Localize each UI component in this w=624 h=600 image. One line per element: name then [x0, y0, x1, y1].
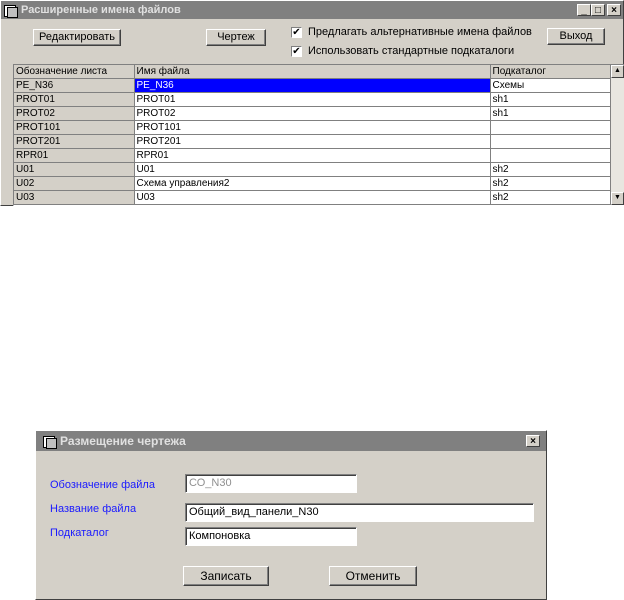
column-header-filename[interactable]: Имя файла [134, 65, 491, 79]
checkmark-icon[interactable]: ✔ [291, 26, 302, 38]
subdir-field[interactable]: Компоновка [185, 527, 357, 546]
save-button[interactable]: Записать [183, 566, 269, 586]
cell-subdir[interactable]: sh2 [490, 176, 611, 191]
app-window-icon [3, 4, 18, 18]
cell-filename[interactable]: PE_N36 [134, 78, 491, 93]
checkbox-alt-names-label: Предлагать альтернативные имена файлов [308, 26, 532, 38]
maximize-icon[interactable]: □ [591, 4, 605, 16]
cell-sheet[interactable]: U01 [14, 162, 135, 177]
checkbox-std-dirs-label: Использовать стандартные подкаталоги [308, 45, 515, 57]
cell-filename[interactable]: PROT01 [134, 92, 491, 107]
cell-subdir[interactable]: sh2 [490, 162, 611, 177]
dialog-title: Размещение чертежа [60, 434, 186, 448]
file-name-field[interactable]: Общий_вид_панели_N30 [185, 503, 534, 522]
column-header-subdir[interactable]: Подкаталог [490, 65, 611, 79]
drawing-button[interactable]: Чертеж [206, 29, 266, 46]
exit-button[interactable]: Выход [547, 28, 605, 45]
table-row[interactable]: PROT01 PROT01 sh1 [14, 92, 611, 107]
cell-sheet[interactable]: PROT02 [14, 106, 135, 121]
cell-filename[interactable]: U01 [134, 162, 491, 177]
file-designation-label: Обозначение файла [50, 479, 155, 491]
cell-subdir[interactable] [490, 148, 611, 163]
cell-sheet[interactable]: PROT101 [14, 120, 135, 135]
checkmark-icon[interactable]: ✔ [291, 45, 302, 57]
column-header-sheet[interactable]: Обозначение листа [14, 65, 135, 79]
close-icon[interactable]: × [526, 435, 540, 447]
cell-subdir[interactable]: Схемы [490, 78, 611, 93]
table-row[interactable]: U02 Схема управления2 sh2 [14, 176, 611, 191]
cell-sheet[interactable]: RPR01 [14, 148, 135, 163]
checkbox-alt-names[interactable]: ✔ Предлагать альтернативные имена файлов [291, 26, 532, 38]
subdir-label: Подкаталог [50, 527, 109, 539]
cell-filename[interactable]: RPR01 [134, 148, 491, 163]
table-row[interactable]: PROT101 PROT101 [14, 120, 611, 135]
vertical-scrollbar[interactable]: ▲ ▼ [611, 65, 624, 205]
cell-subdir[interactable]: sh1 [490, 92, 611, 107]
cell-filename[interactable]: U03 [134, 190, 491, 205]
table-header-row: Обозначение листа Имя файла Подкаталог [14, 65, 611, 79]
table-row[interactable]: PROT201 PROT201 [14, 134, 611, 149]
cell-subdir[interactable]: sh1 [490, 106, 611, 121]
cell-filename[interactable]: PROT101 [134, 120, 491, 135]
scroll-down-arrow-icon[interactable]: ▼ [611, 192, 624, 205]
table-row[interactable]: PROT02 PROT02 sh1 [14, 106, 611, 121]
minimize-icon[interactable]: _ [577, 4, 591, 16]
checkbox-std-dirs[interactable]: ✔ Использовать стандартные подкаталоги [291, 45, 514, 57]
cell-sheet[interactable]: U02 [14, 176, 135, 191]
app-window-icon [42, 435, 57, 449]
file-name-label: Название файла [50, 503, 137, 515]
window-title: Расширенные имена файлов [21, 4, 181, 16]
drawing-placement-dialog: Размещение чертежа × Обозначение файла С… [35, 430, 547, 600]
cell-subdir[interactable] [490, 134, 611, 149]
cell-subdir[interactable]: sh2 [490, 190, 611, 205]
extended-filenames-window: Расширенные имена файлов _ □ × Редактиро… [0, 0, 624, 206]
cell-sheet[interactable]: PROT201 [14, 134, 135, 149]
edit-button[interactable]: Редактировать [33, 29, 121, 46]
cell-filename[interactable]: PROT201 [134, 134, 491, 149]
file-designation-field[interactable]: СО_N30 [185, 474, 357, 493]
table-row[interactable]: U03 U03 sh2 [14, 190, 611, 205]
cell-filename[interactable]: PROT02 [134, 106, 491, 121]
cell-sheet[interactable]: PE_N36 [14, 78, 135, 93]
close-icon[interactable]: × [607, 4, 621, 16]
cell-sheet[interactable]: PROT01 [14, 92, 135, 107]
table-row[interactable]: RPR01 RPR01 [14, 148, 611, 163]
cell-subdir[interactable] [490, 120, 611, 135]
table-row[interactable]: PE_N36 PE_N36 Схемы [14, 78, 611, 93]
cell-sheet[interactable]: U03 [14, 190, 135, 205]
window-titlebar[interactable]: Расширенные имена файлов _ □ × [1, 1, 623, 19]
cell-filename[interactable]: Схема управления2 [134, 176, 491, 191]
filenames-table: Обозначение листа Имя файла Подкаталог P… [14, 65, 611, 205]
scroll-up-arrow-icon[interactable]: ▲ [611, 65, 624, 78]
dialog-titlebar[interactable]: Размещение чертежа × [36, 431, 546, 451]
filenames-grid[interactable]: Обозначение листа Имя файла Подкаталог P… [13, 64, 624, 206]
table-row[interactable]: U01 U01 sh2 [14, 162, 611, 177]
cancel-button[interactable]: Отменить [329, 566, 417, 586]
